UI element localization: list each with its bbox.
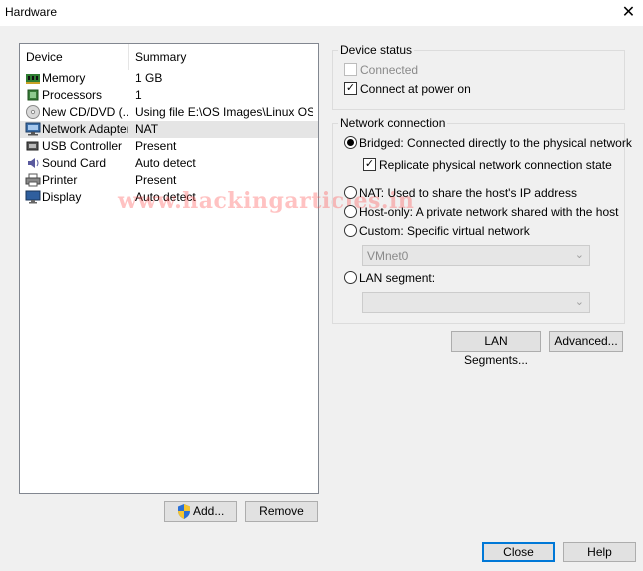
add-button[interactable]: Add... bbox=[164, 501, 237, 522]
cd-dvd-icon bbox=[25, 105, 41, 119]
device-name: Printer bbox=[42, 173, 78, 187]
device-name: New CD/DVD (... bbox=[42, 105, 128, 119]
display-icon bbox=[25, 190, 41, 204]
device-row[interactable]: USB Controller Present bbox=[20, 138, 318, 155]
device-name: Display bbox=[42, 190, 82, 204]
close-window-icon[interactable]: ✕ bbox=[614, 0, 643, 26]
close-button[interactable]: Close bbox=[482, 542, 555, 562]
column-header-summary[interactable]: Summary bbox=[135, 44, 186, 70]
nat-label: NAT: Used to share the host's IP address bbox=[359, 186, 577, 200]
device-row[interactable]: Printer Present bbox=[20, 172, 318, 189]
network-connection-title: Network connection bbox=[338, 116, 448, 130]
device-row[interactable]: Sound Card Auto detect bbox=[20, 155, 318, 172]
device-name: Network Adapter bbox=[42, 122, 128, 136]
column-divider[interactable] bbox=[128, 44, 129, 70]
network-adapter-icon bbox=[25, 122, 41, 136]
custom-network-select[interactable]: VMnet0 ⌄ bbox=[362, 245, 590, 266]
device-name: Sound Card bbox=[42, 156, 107, 170]
column-header-device[interactable]: Device bbox=[26, 44, 63, 70]
help-button[interactable]: Help bbox=[563, 542, 636, 562]
chevron-down-icon: ⌄ bbox=[574, 249, 584, 261]
advanced-button[interactable]: Advanced... bbox=[549, 331, 623, 352]
shield-icon bbox=[178, 504, 190, 519]
lan-segments-button[interactable]: LAN Segments... bbox=[451, 331, 541, 367]
device-row[interactable]: New CD/DVD (... Using file E:\OS Images\L… bbox=[20, 104, 318, 121]
host-only-label: Host-only: A private network shared with… bbox=[359, 205, 619, 219]
remove-button[interactable]: Remove bbox=[245, 501, 318, 522]
title-bar: Hardware ✕ bbox=[0, 0, 643, 26]
custom-label: Custom: Specific virtual network bbox=[359, 224, 530, 238]
memory-icon bbox=[25, 71, 41, 85]
device-row[interactable]: Processors 1 bbox=[20, 87, 318, 104]
bridged-radio[interactable] bbox=[344, 136, 357, 149]
device-summary: 1 bbox=[135, 88, 142, 102]
replicate-state-label: Replicate physical network connection st… bbox=[379, 158, 612, 172]
replicate-state-checkbox[interactable]: ✓ bbox=[363, 158, 376, 171]
chevron-down-icon: ⌄ bbox=[574, 296, 584, 308]
device-summary: Auto detect bbox=[135, 156, 196, 170]
connected-label: Connected bbox=[360, 63, 419, 77]
custom-radio[interactable] bbox=[344, 224, 357, 237]
device-name: Memory bbox=[42, 71, 86, 85]
device-name: USB Controller bbox=[42, 139, 123, 153]
connect-at-power-on-label: Connect at power on bbox=[360, 82, 471, 96]
device-summary: NAT bbox=[135, 122, 159, 136]
add-button-label: Add... bbox=[193, 504, 225, 518]
connected-checkbox[interactable] bbox=[344, 63, 357, 76]
lan-segment-label: LAN segment: bbox=[359, 271, 436, 285]
nat-radio[interactable] bbox=[344, 186, 357, 199]
device-status-group bbox=[332, 50, 625, 110]
custom-network-value: VMnet0 bbox=[367, 249, 409, 263]
usb-icon bbox=[25, 139, 41, 153]
device-row[interactable]: Memory 1 GB bbox=[20, 70, 318, 87]
device-summary: Present bbox=[135, 173, 177, 187]
lan-segment-radio[interactable] bbox=[344, 271, 357, 284]
device-summary: Present bbox=[135, 139, 177, 153]
processor-icon bbox=[25, 88, 41, 102]
lan-segment-select[interactable]: ⌄ bbox=[362, 292, 590, 313]
window-title: Hardware bbox=[5, 5, 58, 19]
sound-card-icon bbox=[25, 156, 41, 170]
device-row[interactable]: Network Adapter NAT bbox=[20, 121, 318, 138]
device-name: Processors bbox=[42, 88, 103, 102]
device-status-title: Device status bbox=[338, 43, 415, 57]
device-summary: Using file E:\OS Images\Linux OS\... bbox=[135, 105, 313, 119]
device-list: Device Summary Memory 1 GB Processors 1 New … bbox=[19, 43, 319, 494]
host-only-radio[interactable] bbox=[344, 205, 357, 218]
device-summary: 1 GB bbox=[135, 71, 163, 85]
connect-at-power-on-checkbox[interactable]: ✓ bbox=[344, 82, 357, 95]
bridged-label: Bridged: Connected directly to the physi… bbox=[359, 136, 632, 150]
printer-icon bbox=[25, 173, 41, 187]
